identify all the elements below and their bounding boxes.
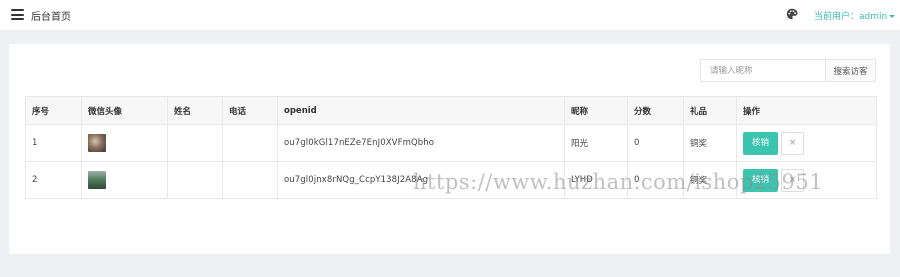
user-prefix: 当前用户：	[814, 12, 860, 22]
avatar	[88, 171, 106, 189]
breadcrumb[interactable]: 后台首页	[31, 8, 71, 23]
table-row: 1 ou7gl0kGl17nEZe7EnJ0XVFmQbho 阳光 0 铜奖 核…	[25, 124, 877, 162]
column-header-index: 序号	[25, 96, 82, 125]
column-header-openid: openid	[277, 96, 565, 125]
search-bar: 搜索访客	[700, 59, 876, 82]
content-card: 搜索访客 序号 微信头像 姓名 电话 openid 昵称 分数 礼品 操作 1	[9, 44, 890, 254]
table-header-row: 序号 微信头像 姓名 电话 openid 昵称 分数 礼品 操作	[25, 96, 877, 125]
cell-name	[167, 124, 223, 162]
cell-gift: 铜奖	[683, 124, 737, 162]
search-button[interactable]: 搜索访客	[825, 60, 875, 81]
search-input[interactable]	[701, 60, 825, 81]
cell-actions: 核销 ×	[736, 124, 877, 162]
cell-index: 2	[25, 161, 82, 199]
column-header-avatar: 微信头像	[81, 96, 168, 125]
column-header-actions: 操作	[736, 96, 877, 125]
palette-icon[interactable]	[786, 8, 798, 20]
column-header-score: 分数	[627, 96, 684, 125]
column-header-phone: 电话	[222, 96, 278, 125]
hamburger-menu-icon[interactable]	[11, 9, 24, 20]
user-name: admin	[859, 12, 888, 22]
cell-score: 0	[627, 124, 684, 162]
cell-phone	[222, 124, 278, 162]
cell-name	[167, 161, 223, 199]
verify-button[interactable]: 核销	[743, 131, 779, 155]
chevron-down-icon	[889, 15, 896, 18]
cell-avatar	[81, 124, 168, 162]
cell-nickname: 阳光	[564, 124, 628, 162]
cell-avatar	[81, 161, 168, 199]
top-bar: 后台首页 当前用户：admin	[0, 0, 900, 30]
avatar	[88, 134, 106, 152]
cell-phone	[222, 161, 278, 199]
cell-index: 1	[25, 124, 82, 162]
cell-openid: ou7gl0kGl17nEZe7EnJ0XVFmQbho	[277, 124, 565, 162]
current-user-menu[interactable]: 当前用户：admin	[814, 9, 896, 22]
column-header-nickname: 昵称	[564, 96, 628, 125]
watermark-text: https://www.huzhan.com/ishop25951	[413, 170, 824, 194]
column-header-gift: 礼品	[683, 96, 737, 125]
column-header-name: 姓名	[167, 96, 223, 125]
delete-button[interactable]: ×	[781, 131, 805, 155]
